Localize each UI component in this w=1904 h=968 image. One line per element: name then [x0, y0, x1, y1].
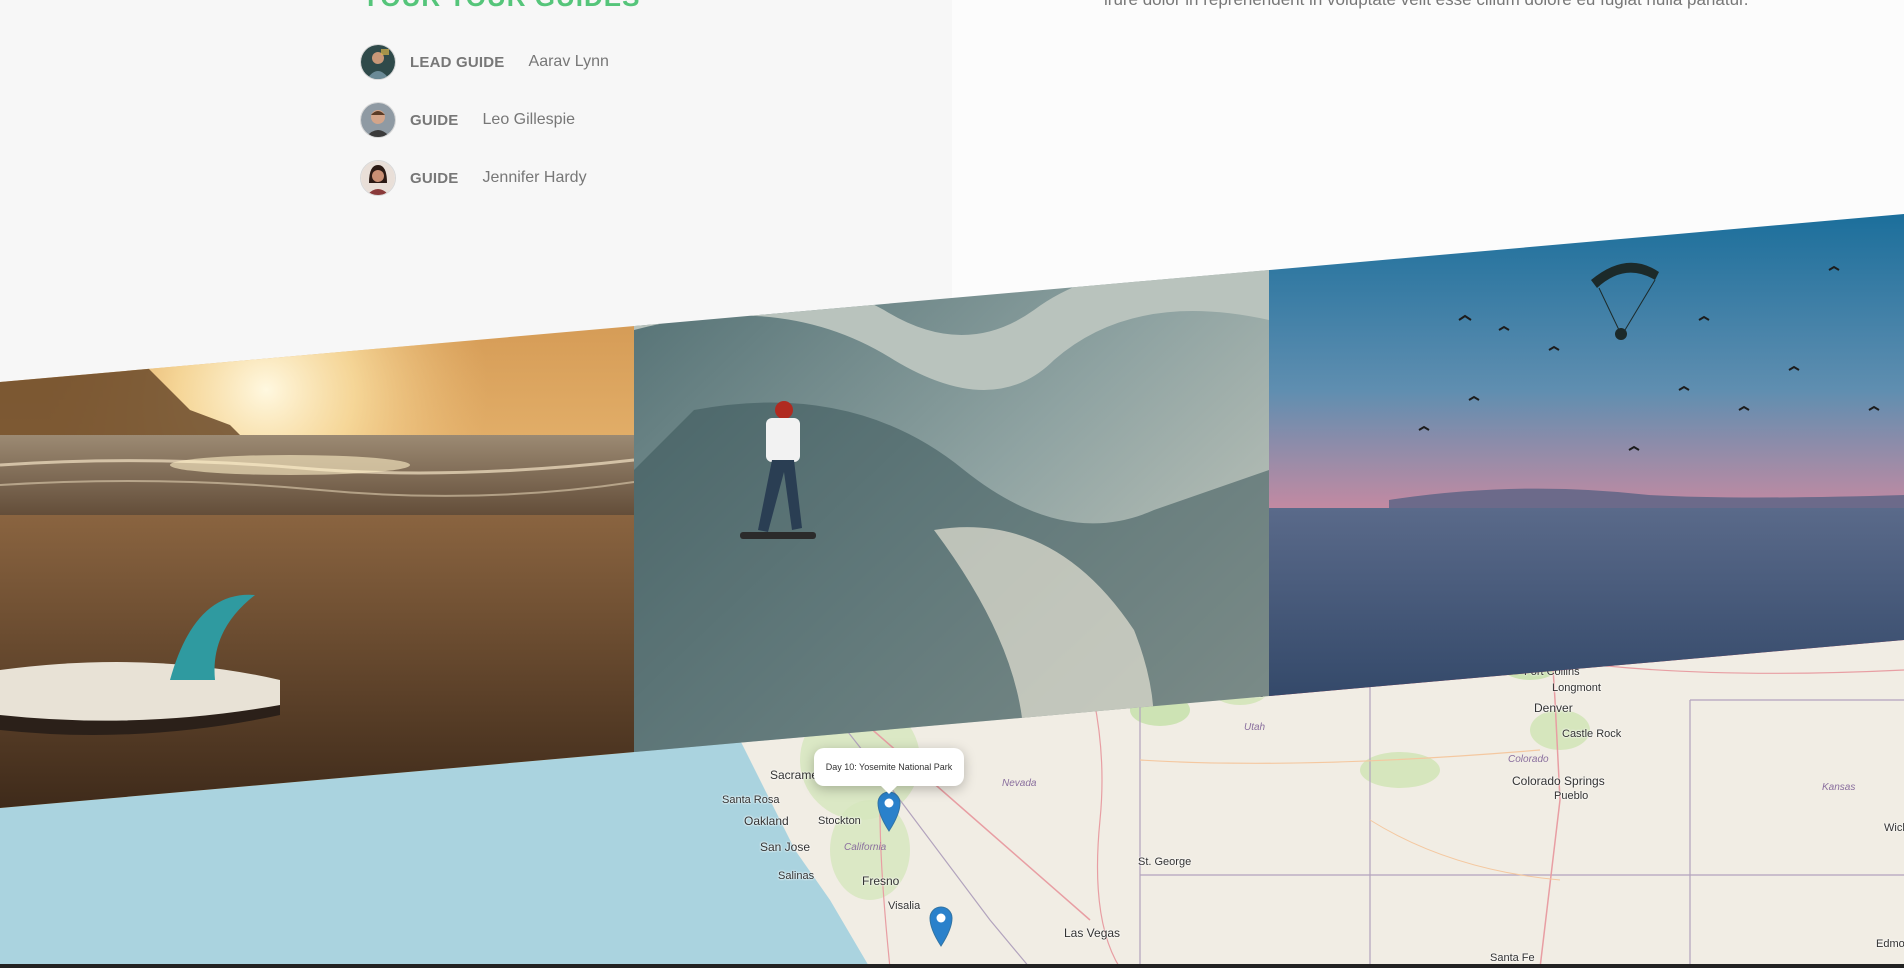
map-city-label: Edmo — [1876, 938, 1904, 950]
guide-row: Guide Jennifer Hardy — [360, 160, 587, 196]
map-city-label: Santa Rosa — [722, 794, 780, 806]
map-city-label: Sacrame — [770, 768, 819, 782]
guide-role: Guide — [410, 111, 459, 129]
guide-avatar — [360, 160, 396, 196]
map-pin-icon — [877, 791, 901, 832]
map-city-label: Colorado Springs — [1512, 774, 1605, 788]
map-city-label: Pueblo — [1554, 790, 1589, 802]
map-city-label: St. George — [1138, 856, 1192, 868]
guide-name: Jennifer Hardy — [482, 169, 587, 186]
map-popup-text: Day 10: Yosemite National Park — [825, 762, 953, 772]
map-city-label: Las Vegas — [1064, 926, 1121, 940]
guide-avatar — [360, 44, 396, 80]
section-heading: Your tour guides — [362, 0, 640, 13]
guide-row-lead: Lead guide Aarav Lynn — [360, 44, 609, 80]
map-city-label: Oakland — [744, 814, 789, 828]
map-state-label: Colorado — [1508, 754, 1549, 765]
map-city-label: Longmont — [1552, 682, 1601, 694]
map-city-label: Salinas — [778, 870, 815, 882]
guide-row: Guide Leo Gillespie — [360, 102, 575, 138]
guide-name: Leo Gillespie — [482, 111, 576, 128]
guide-role: Guide — [410, 169, 459, 187]
map-pin-icon — [929, 906, 953, 947]
bottom-bar — [0, 964, 1904, 968]
guide-role: Lead guide — [410, 53, 505, 71]
guide-name: Aarav Lynn — [528, 53, 609, 70]
map-state-label: California — [844, 842, 887, 853]
map-state-label: Kansas — [1822, 782, 1856, 793]
map-city-label: Visalia — [888, 900, 921, 912]
map-state-label: Nevada — [1002, 778, 1037, 789]
map-popup[interactable]: Day 10: Yosemite National Park — [814, 748, 964, 794]
map-city-label: Castle Rock — [1562, 728, 1622, 740]
map-marker-pin[interactable] — [876, 790, 902, 837]
map-marker-pin[interactable] — [928, 905, 954, 952]
description-text: irure dolor in reprehenderit in voluptat… — [1104, 0, 1748, 10]
map-city-label: Fresno — [862, 874, 900, 888]
map-city-label: Stockton — [818, 815, 861, 827]
map-city-label: Wich — [1884, 822, 1904, 834]
map-city-label: Santa Fe — [1490, 952, 1535, 964]
map-city-label: Denver — [1534, 701, 1573, 715]
map-state-label: Utah — [1244, 722, 1266, 733]
map-city-label: San Jose — [760, 840, 811, 854]
guide-avatar — [360, 102, 396, 138]
